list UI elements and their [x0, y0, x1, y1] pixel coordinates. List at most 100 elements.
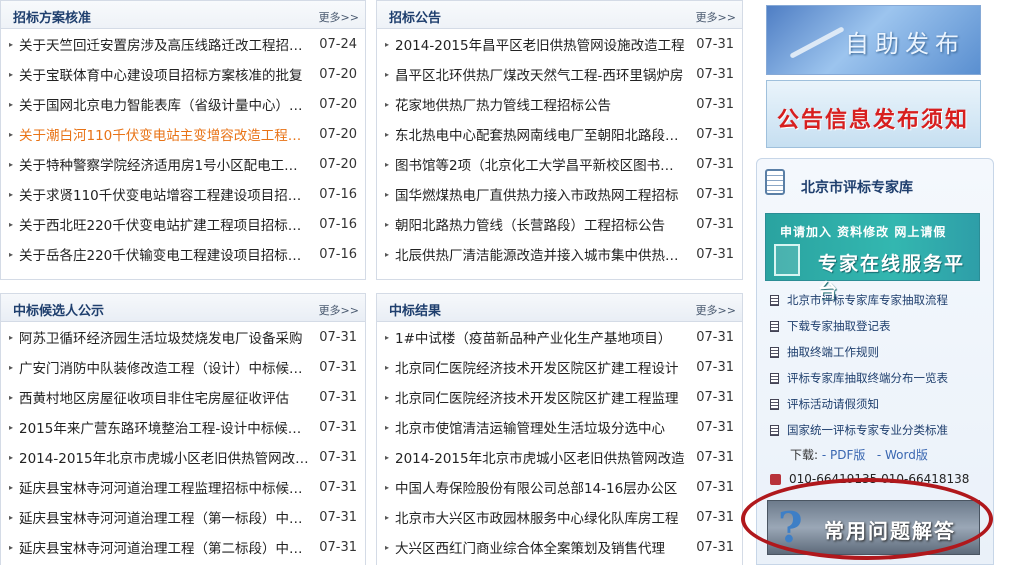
notice-rules-banner[interactable]: 公告信息发布须知: [766, 80, 981, 148]
item-date: 07-31: [696, 359, 734, 375]
bullet-icon: ▸: [9, 69, 14, 79]
pdf-link[interactable]: - PDF版: [822, 448, 866, 462]
list-item[interactable]: ▸ 关于岳各庄220千伏输变电工程建设项目招标方案核准 07-16: [9, 239, 357, 269]
document-icon: [770, 294, 779, 306]
bullet-icon: ▸: [385, 99, 390, 109]
bullet-icon: ▸: [385, 482, 390, 492]
item-date: 07-20: [319, 96, 357, 112]
expert-title: 北京市评标专家库: [801, 180, 913, 196]
item-title: 关于西北旺220千伏变电站扩建工程项目招标方案核准: [19, 218, 317, 234]
item-title: 北京同仁医院经济技术开发区院区扩建工程监理: [395, 391, 679, 407]
expert-link[interactable]: 下载专家抽取登记表: [770, 313, 992, 339]
question-mark-icon: ?: [778, 503, 803, 552]
item-title: 北京同仁医院经济技术开发区院区扩建工程设计: [395, 361, 679, 377]
list-item[interactable]: ▸ 阿苏卫循环经济园生活垃圾焚烧发电厂设备采购 07-31: [9, 322, 357, 352]
list-item[interactable]: ▸ 北京同仁医院经济技术开发区院区扩建工程监理 07-31: [385, 382, 734, 412]
item-title: 国华燃煤热电厂直供热力接入市政热网工程招标: [395, 188, 679, 204]
item-date: 07-24: [319, 36, 357, 52]
phone-icon: [770, 473, 781, 485]
list-item[interactable]: ▸ 2015年来广营东路环境整治工程-设计中标候选人 07-31: [9, 412, 357, 442]
faq-banner[interactable]: ? 常用问题解答: [767, 500, 980, 555]
item-date: 07-31: [696, 66, 734, 82]
item-title: 2015年来广营东路环境整治工程-设计中标候选人: [19, 421, 315, 437]
list-item[interactable]: ▸ 关于国网北京电力智能表库（省级计量中心）项目招标方案核准07-20: [9, 89, 357, 119]
expert-link[interactable]: 评标专家库抽取终端分布一览表: [770, 365, 992, 391]
list-item[interactable]: ▸ 中国人寿保险股份有限公司总部14-16层办公区 07-31: [385, 472, 734, 502]
list-item[interactable]: ▸ 朝阳北路热力管线（长营路段）工程招标公告 07-31: [385, 209, 734, 239]
list-item[interactable]: ▸ 关于天竺回迁安置房涉及高压线路迁改工程招标方案核准07-24: [9, 29, 357, 59]
item-title: 关于岳各庄220千伏输变电工程建设项目招标方案核准: [19, 248, 317, 264]
bullet-icon: ▸: [9, 219, 14, 229]
bullet-icon: ▸: [385, 542, 390, 552]
list-item[interactable]: ▸ 北京市使馆清洁运输管理处生活垃圾分选中心 07-31: [385, 412, 734, 442]
bullet-icon: ▸: [9, 422, 14, 432]
more-link[interactable]: 更多>>: [319, 9, 359, 25]
bullet-icon: ▸: [9, 129, 14, 139]
more-link[interactable]: 更多>>: [696, 9, 736, 25]
word-link[interactable]: - Word版: [877, 448, 928, 462]
bullet-icon: ▸: [385, 362, 390, 372]
bid-notice-panel: 招标公告 更多>> ▸ 2014-2015年昌平区老旧供热管网设施改造工程 07-3…: [376, 0, 743, 280]
more-link[interactable]: 更多>>: [696, 302, 736, 318]
bullet-icon: ▸: [9, 362, 14, 372]
list-item[interactable]: ▸ 关于求贤110千伏变电站增容工程建设项目招标方案核准07-16: [9, 179, 357, 209]
item-date: 07-31: [319, 539, 357, 555]
expert-link[interactable]: 抽取终端工作规则: [770, 339, 992, 365]
item-title: 花家地供热厂热力管线工程招标公告: [395, 98, 611, 114]
door-icon: [774, 244, 800, 276]
list-item[interactable]: ▸ 昌平区北环供热厂煤改天然气工程-西环里锅炉房 07-31: [385, 59, 734, 89]
bullet-icon: ▸: [385, 39, 390, 49]
item-date: 07-31: [696, 126, 734, 142]
list-item[interactable]: ▸ 2014-2015年北京市虎城小区老旧供热管网改造 07-31: [385, 442, 734, 472]
panel-header: 招标方案核准 更多>>: [1, 1, 365, 29]
expert-link-label: 评标活动请假须知: [787, 397, 879, 411]
bid-plan-panel: 招标方案核准 更多>> ▸关于天竺回迁安置房涉及高压线路迁改工程招标方案核准07…: [0, 0, 366, 280]
item-title: 延庆县宝林寺河河道治理工程监理招标中标候选人: [19, 481, 316, 497]
bullet-icon: ▸: [385, 69, 390, 79]
list-item[interactable]: ▸ 延庆县宝林寺河河道治理工程监理招标中标候选人 07-31: [9, 472, 357, 502]
item-date: 07-31: [696, 216, 734, 232]
list-item[interactable]: ▸ 北辰供热厂清洁能源改造并接入城市集中供热管网 07-31: [385, 239, 734, 269]
more-link[interactable]: 更多>>: [319, 302, 359, 318]
news-list: ▸ 1#中试楼（疫苗新品种产业化生产基地项目） 07-31 ▸ 北京同仁医院经济技术开发…: [377, 322, 742, 562]
item-title: 图书馆等2项（北京化工大学昌平新校区图书馆）: [395, 158, 688, 174]
item-title: 1#中试楼（疫苗新品种产业化生产基地项目）: [395, 331, 672, 347]
news-list: ▸ 关于天竺回迁安置房涉及高压线路迁改工程招标方案核准07-24 ▸ 关于宝联体育中心…: [1, 29, 365, 269]
expert-links: 北京市评标专家库专家抽取流程下载专家抽取登记表 抽取终端工作规则 评标专家库抽取终端…: [770, 287, 992, 443]
download-label: 下载:: [790, 448, 819, 462]
news-list: ▸ 阿苏卫循环经济园生活垃圾焚烧发电厂设备采购 07-31 ▸ 广安门消防中队装修改造工…: [1, 322, 365, 562]
item-title: 北京市使馆清洁运输管理处生活垃圾分选中心: [395, 421, 665, 437]
expert-link[interactable]: 北京市评标专家库专家抽取流程: [770, 287, 992, 313]
list-item[interactable]: ▸ 国华燃煤热电厂直供热力接入市政热网工程招标 07-31: [385, 179, 734, 209]
list-item[interactable]: ▸ 延庆县宝林寺河河道治理工程（第一标段）中标候选人 07-31: [9, 502, 357, 532]
list-item[interactable]: ▸ 1#中试楼（疫苗新品种产业化生产基地项目） 07-31: [385, 322, 734, 352]
list-item[interactable]: ▸ 2014-2015年昌平区老旧供热管网设施改造工程 07-31: [385, 29, 734, 59]
bullet-icon: ▸: [385, 219, 390, 229]
bullet-icon: ▸: [385, 452, 390, 462]
expert-link-label: 国家统一评标专家专业分类标准: [787, 423, 948, 437]
list-item[interactable]: ▸ 东北热电中心配套热网南线电厂至朝阳北路段工程 07-31: [385, 119, 734, 149]
list-item[interactable]: ▸ 图书馆等2项（北京化工大学昌平新校区图书馆） 07-31: [385, 149, 734, 179]
bullet-icon: ▸: [9, 39, 14, 49]
bullet-icon: ▸: [385, 129, 390, 139]
item-date: 07-31: [696, 539, 734, 555]
item-date: 07-16: [319, 186, 357, 202]
list-item[interactable]: ▸ 关于宝联体育中心建设项目招标方案核准的批复 07-20: [9, 59, 357, 89]
expert-service-banner[interactable]: 申请加入 资料修改 网上请假 专家在线服务平台: [765, 213, 980, 302]
list-item[interactable]: ▸ 北京市大兴区市政园林服务中心绿化队库房工程 07-31: [385, 502, 734, 532]
self-publish-banner[interactable]: 自助发布: [766, 5, 981, 75]
expert-link[interactable]: 评标活动请假须知: [770, 391, 992, 417]
list-item[interactable]: ▸ 花家地供热厂热力管线工程招标公告 07-31: [385, 89, 734, 119]
panel-title: 招标公告: [389, 11, 442, 26]
list-item[interactable]: ▸ 延庆县宝林寺河河道治理工程（第二标段）中标候选人 07-31: [9, 532, 357, 562]
expert-link[interactable]: 国家统一评标专家专业分类标准: [770, 417, 992, 443]
list-item[interactable]: ▸ 西黄村地区房屋征收项目非住宅房屋征收评估 07-31: [9, 382, 357, 412]
expert-link-label: 北京市评标专家库专家抽取流程: [787, 293, 948, 307]
list-item[interactable]: ▸ 北京同仁医院经济技术开发区院区扩建工程设计 07-31: [385, 352, 734, 382]
list-item[interactable]: ▸ 关于潮白河110千伏变电站主变增容改造工程招标方案核准07-20: [9, 119, 357, 149]
list-item[interactable]: ▸ 2014-2015年北京市虎城小区老旧供热管网改造工程 07-31: [9, 442, 357, 472]
list-item[interactable]: ▸ 广安门消防中队装修改造工程（设计）中标候选人 07-31: [9, 352, 357, 382]
list-item[interactable]: ▸ 关于特种警察学院经济适用房1号小区配电工程招标方案核准07-20: [9, 149, 357, 179]
list-item[interactable]: ▸ 大兴区西红门商业综合体全案策划及销售代理 07-31: [385, 532, 734, 562]
list-item[interactable]: ▸ 关于西北旺220千伏变电站扩建工程项目招标方案核准 07-16: [9, 209, 357, 239]
